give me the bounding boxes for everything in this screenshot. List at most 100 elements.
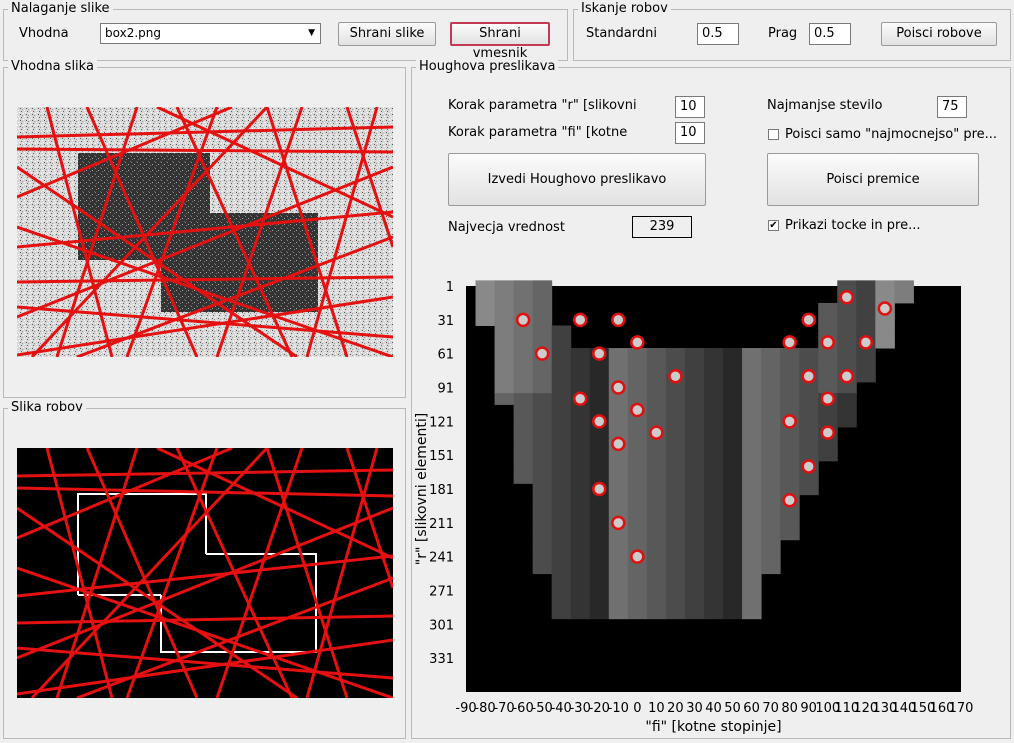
- heatmap-cell: [665, 472, 686, 484]
- heatmap-cell: [665, 393, 686, 405]
- heatmap-cell: [608, 494, 629, 507]
- peak-marker: [630, 335, 645, 350]
- heatmap-cell: [761, 505, 781, 518]
- find-edges-button[interactable]: Poisci robove: [881, 22, 997, 46]
- x-tick-label: -40: [551, 701, 572, 716]
- heatmap-cell: [627, 472, 648, 484]
- heatmap-cell: [780, 472, 800, 484]
- do-hough-button[interactable]: Izvedi Houghovo preslikavo: [448, 153, 706, 206]
- heatmap-cell: [761, 438, 781, 451]
- heatmap-cell: [532, 370, 553, 383]
- heatmap-cell: [646, 528, 667, 541]
- heatmap-cell: [684, 505, 705, 518]
- heatmap-cell: [818, 370, 838, 383]
- r-step-input[interactable]: 10: [675, 96, 705, 118]
- heatmap-cell: [627, 607, 648, 620]
- y-tick-label: 211: [429, 517, 454, 532]
- heatmap-cell: [494, 314, 515, 326]
- heatmap-cell: [589, 562, 610, 575]
- peak-marker: [611, 312, 626, 328]
- heatmap-cell: [684, 438, 705, 451]
- heatmap-cell: [532, 505, 553, 518]
- threshold-input[interactable]: 0.5: [809, 23, 851, 45]
- heatmap-cell: [551, 449, 572, 462]
- heatmap-cell: [532, 325, 553, 338]
- heatmap-cell: [742, 449, 762, 462]
- heatmap-cell: [532, 415, 553, 428]
- peak-marker: [630, 402, 645, 418]
- heatmap-cell: [532, 539, 553, 552]
- min-count-input[interactable]: 75: [937, 96, 967, 118]
- save-interface-button[interactable]: Shrani vmesnik: [450, 22, 550, 61]
- x-tick-label: 170: [949, 701, 974, 716]
- heatmap-cell: [589, 607, 610, 620]
- heatmap-cell: [799, 472, 819, 484]
- show-points-checkbox[interactable]: ✔: [768, 220, 779, 231]
- heatmap-cell: [742, 460, 762, 473]
- heatmap-cell: [703, 562, 724, 575]
- heatmap-cell: [532, 359, 553, 372]
- heatmap-cell: [761, 551, 781, 563]
- heatmap-cell: [589, 539, 610, 552]
- heatmap-cell: [665, 483, 686, 496]
- heatmap-cell: [551, 415, 572, 428]
- save-images-button[interactable]: Shrani slike: [338, 22, 436, 46]
- heatmap-cell: [684, 449, 705, 462]
- heatmap-cell: [703, 539, 724, 552]
- y-tick-label: 271: [429, 585, 454, 600]
- heatmap-cell: [703, 517, 724, 529]
- heatmap-cell: [875, 325, 895, 338]
- heatmap-cell: [494, 348, 515, 360]
- heatmap-cell: [684, 584, 705, 597]
- heatmap-cell: [799, 483, 819, 496]
- heatmap-cell: [742, 393, 762, 405]
- heatmap-cell: [665, 381, 686, 394]
- heatmap-cell: [608, 528, 629, 541]
- heatmap-cell: [589, 573, 610, 586]
- heatmap-cell: [780, 505, 800, 518]
- heatmap-cell: [627, 359, 648, 372]
- peak-marker: [858, 335, 874, 350]
- heatmap-cell: [723, 404, 743, 417]
- fi-step-label: Korak parametra "fi" [kotne: [448, 125, 628, 140]
- heatmap-cell: [703, 460, 724, 473]
- heatmap-cell: [627, 494, 648, 507]
- heatmap-cell: [627, 449, 648, 462]
- peak-marker: [515, 312, 531, 328]
- heatmap-cell: [646, 359, 667, 372]
- fi-step-input[interactable]: 10: [675, 122, 705, 144]
- heatmap-cell: [684, 528, 705, 541]
- heatmap-cell: [570, 562, 591, 575]
- heatmap-cell: [780, 348, 800, 360]
- heatmap-cell: [532, 449, 553, 462]
- heatmap-cell: [646, 505, 667, 518]
- heatmap-cell: [761, 348, 781, 360]
- heatmap-cell: [742, 562, 762, 575]
- heatmap-cell: [780, 438, 800, 451]
- strongest-checkbox[interactable]: [768, 129, 779, 140]
- heatmap-cell: [570, 539, 591, 552]
- heatmap-cell: [475, 280, 496, 293]
- heatmap-cell: [627, 562, 648, 575]
- file-select-value: box2.png: [105, 26, 161, 40]
- edge-detection-group: Iskanje robov Standardni 0.5 Prag 0.5 Po…: [573, 1, 1011, 61]
- heatmap-cell: [532, 438, 553, 451]
- peak-marker: [782, 493, 797, 508]
- y-tick-label: 181: [429, 483, 454, 498]
- heatmap-cell: [513, 359, 534, 372]
- heatmap-cell: [570, 426, 591, 439]
- find-lines-button[interactable]: Poisci premice: [767, 153, 979, 206]
- heatmap-cell: [627, 426, 648, 439]
- file-select[interactable]: box2.png ▼: [100, 23, 321, 44]
- heatmap-cell: [608, 573, 629, 586]
- heatmap-cell: [532, 472, 553, 484]
- std-input[interactable]: 0.5: [697, 23, 739, 45]
- heatmap-cell: [742, 494, 762, 507]
- heatmap-cell: [608, 460, 629, 473]
- heatmap-cell: [608, 607, 629, 620]
- heatmap-cell: [513, 348, 534, 360]
- peak-marker: [534, 346, 550, 361]
- heatmap-cell: [589, 517, 610, 529]
- heatmap-cell: [665, 404, 686, 417]
- y-tick-label: 31: [437, 314, 454, 329]
